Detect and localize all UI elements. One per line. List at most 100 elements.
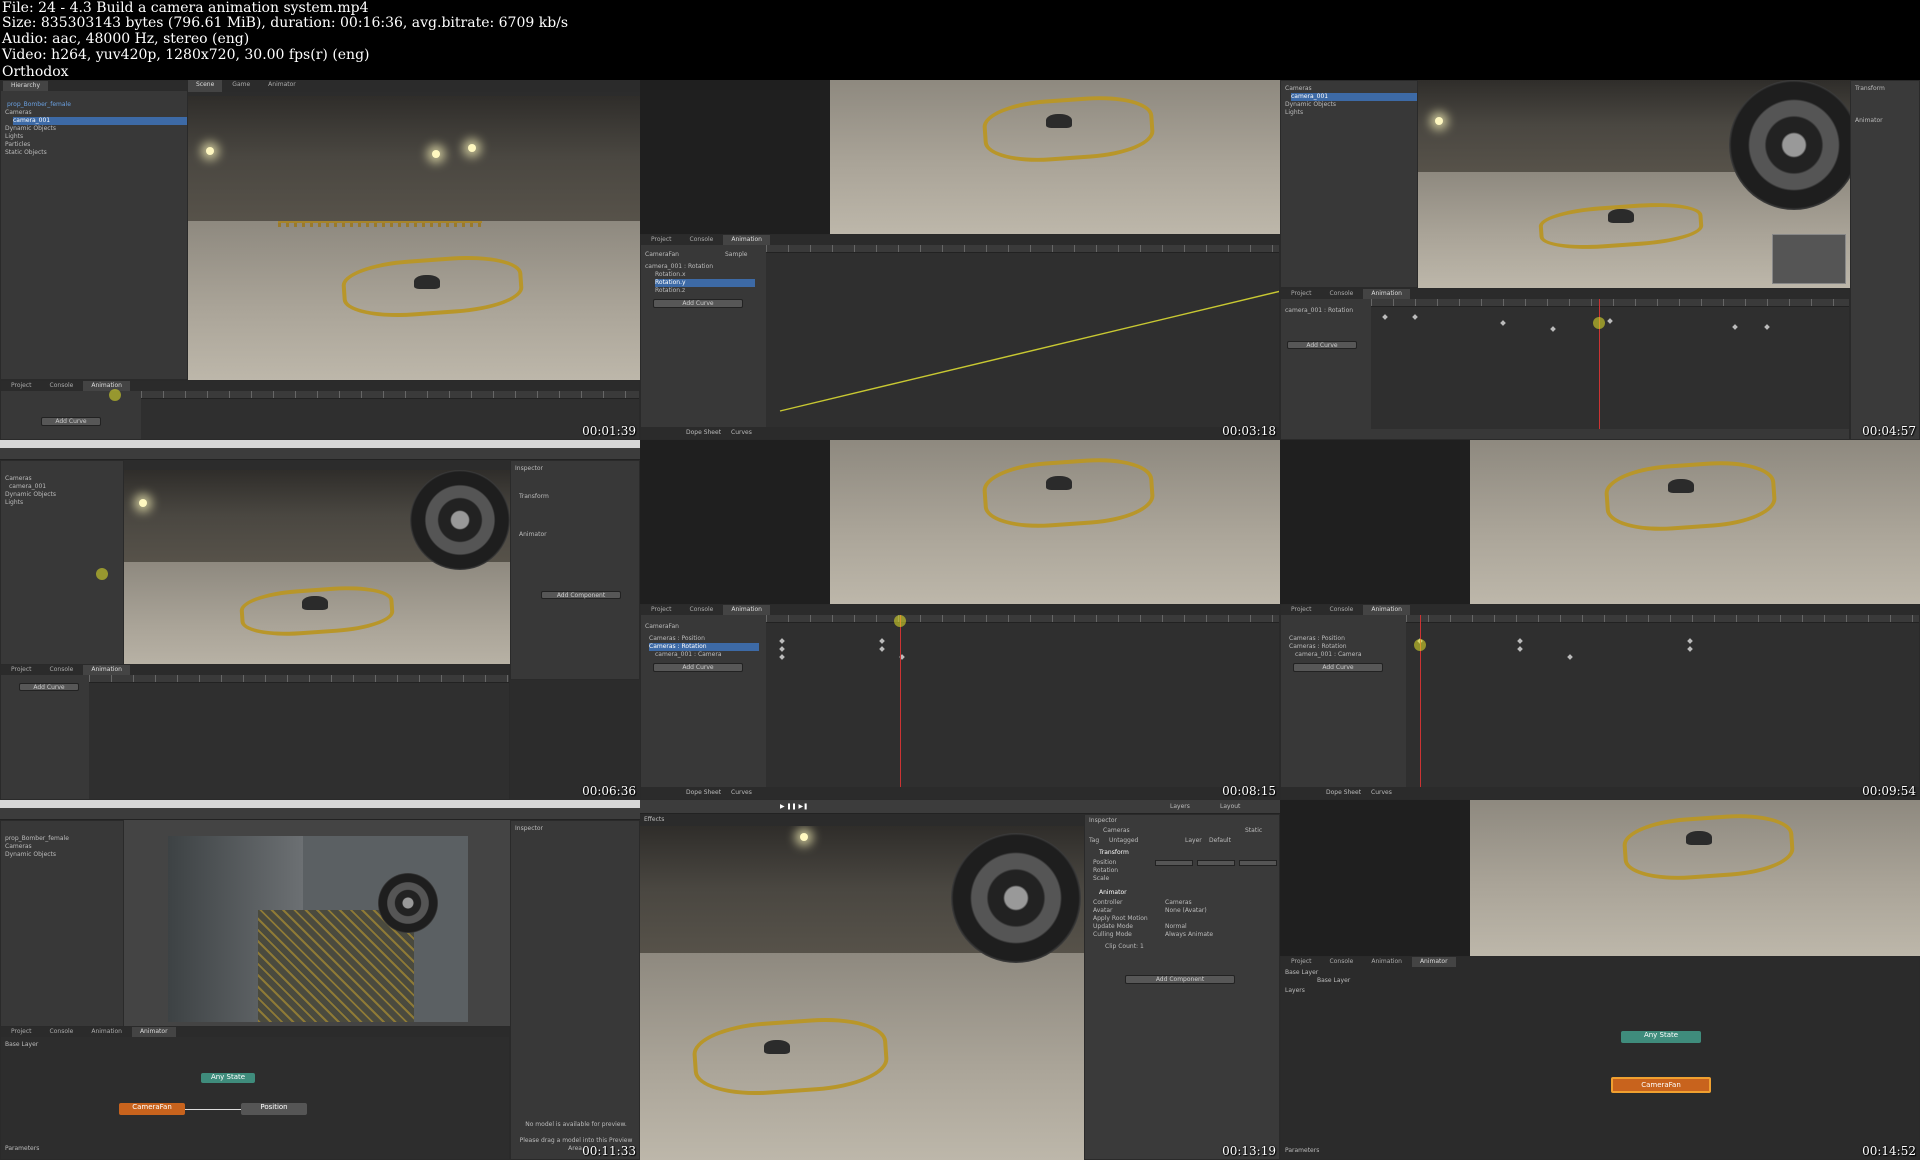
curves-tab[interactable]: Curves <box>1371 789 1392 797</box>
scene-view[interactable] <box>830 440 1280 604</box>
add-curve-button[interactable]: Add Curve <box>1287 341 1357 349</box>
add-curve-button[interactable]: Add Curve <box>19 683 79 691</box>
parameters-label[interactable]: Parameters <box>1285 1147 1319 1155</box>
scene-view[interactable] <box>830 80 1280 234</box>
hierarchy-item[interactable]: Cameras <box>5 109 32 117</box>
hierarchy-item[interactable]: Lights <box>1285 109 1303 117</box>
tab-scene[interactable]: Scene <box>188 80 223 92</box>
object-name[interactable]: Cameras <box>1103 827 1130 835</box>
layers-label[interactable]: Layers <box>1285 987 1305 995</box>
add-component-button[interactable]: Add Component <box>541 591 621 599</box>
position-field[interactable] <box>1197 860 1235 866</box>
avatar-field[interactable]: None (Avatar) <box>1165 907 1207 915</box>
curve-editor[interactable] <box>766 245 1279 427</box>
track-camera[interactable]: camera_001 : Camera <box>655 651 722 659</box>
tab-animator[interactable]: Animator <box>260 80 304 92</box>
tab-project[interactable]: Project <box>3 1027 40 1037</box>
hierarchy-item[interactable]: Lights <box>5 133 23 141</box>
dope-sheet-tab[interactable]: Dope Sheet <box>686 429 721 437</box>
game-view[interactable] <box>168 836 468 1022</box>
tab-console[interactable]: Console <box>1322 605 1362 615</box>
tab-console[interactable]: Console <box>1322 957 1362 967</box>
track-rotation[interactable]: camera_001 : Rotation <box>1285 307 1353 315</box>
tab-animation[interactable]: Animation <box>83 665 130 675</box>
play-controls-icon[interactable]: ▶ ❚❚ ▶❚ <box>780 803 808 811</box>
hierarchy-item[interactable]: prop_Bomber_female <box>7 101 71 109</box>
hierarchy-item[interactable]: Dynamic Objects <box>5 851 56 859</box>
clip-name[interactable]: CameraFan <box>645 251 679 259</box>
hierarchy-item[interactable]: camera_001 <box>13 117 187 125</box>
parameters-label[interactable]: Parameters <box>5 1145 39 1153</box>
transform-header[interactable]: Transform <box>1099 849 1129 857</box>
static-toggle[interactable]: Static <box>1245 827 1262 835</box>
scene-view[interactable] <box>1470 800 1920 956</box>
tab-animation[interactable]: Animation <box>1363 957 1410 967</box>
base-layer-label[interactable]: Base Layer <box>5 1041 38 1049</box>
hierarchy-item[interactable]: Cameras <box>5 843 32 851</box>
hierarchy-item[interactable]: camera_001 <box>1291 93 1417 101</box>
tab-project[interactable]: Project <box>643 235 680 245</box>
tab-project[interactable]: Project <box>1283 957 1320 967</box>
hierarchy-item[interactable]: Particles <box>5 141 30 149</box>
hierarchy-item[interactable]: Dynamic Objects <box>5 491 56 499</box>
track-cam-rotation[interactable]: Cameras : Rotation <box>649 643 759 651</box>
hierarchy-item[interactable]: Lights <box>5 499 23 507</box>
tab-project[interactable]: Project <box>3 665 40 675</box>
add-component-button[interactable]: Add Component <box>1125 975 1235 984</box>
track-rotation[interactable]: camera_001 : Rotation <box>645 263 713 271</box>
hierarchy-item[interactable]: Dynamic Objects <box>5 125 56 133</box>
tab-console[interactable]: Console <box>42 665 82 675</box>
track-rotation-z[interactable]: Rotation.z <box>655 287 685 295</box>
tab-project[interactable]: Project <box>643 605 680 615</box>
track-position[interactable]: Cameras : Position <box>1289 635 1345 643</box>
track-cam-rotation[interactable]: Cameras : Rotation <box>1289 643 1347 651</box>
hierarchy-item[interactable]: Dynamic Objects <box>1285 101 1336 109</box>
scene-view[interactable] <box>188 96 640 380</box>
tag-dropdown[interactable]: Untagged <box>1109 837 1138 845</box>
tab-project[interactable]: Project <box>1283 289 1320 299</box>
any-state-node[interactable]: Any State <box>1621 1031 1701 1043</box>
scene-view[interactable] <box>124 470 510 680</box>
add-curve-button[interactable]: Add Curve <box>653 299 743 308</box>
effects-label[interactable]: Effects <box>644 816 664 824</box>
hierarchy-item[interactable]: Cameras <box>5 475 32 483</box>
add-curve-button[interactable]: Add Curve <box>1293 663 1383 672</box>
default-state-node[interactable]: CameraFan <box>119 1103 185 1115</box>
animator-header[interactable]: Animator <box>1099 889 1127 897</box>
animator-panel[interactable]: Project Console Animation Animator Base … <box>0 1026 510 1160</box>
dope-sheet-tab[interactable]: Dope Sheet <box>686 789 721 797</box>
scene-view[interactable] <box>1418 80 1850 288</box>
dope-sheet-tab[interactable]: Dope Sheet <box>1326 789 1361 797</box>
apply-root-label[interactable]: Apply Root Motion <box>1093 915 1148 923</box>
animator-panel[interactable]: Project Console Animation Animator Base … <box>1280 956 1920 1160</box>
track-rotation-x[interactable]: Rotation.x <box>655 271 686 279</box>
tab-animation[interactable]: Animation <box>723 235 770 245</box>
scene-view[interactable] <box>1470 440 1920 604</box>
hierarchy-item[interactable]: prop_Bomber_female <box>5 835 69 843</box>
layer-dropdown[interactable]: Default <box>1209 837 1231 845</box>
tab-animation[interactable]: Animation <box>1363 605 1410 615</box>
hierarchy-item[interactable]: Static Objects <box>5 149 47 157</box>
track-position[interactable]: Cameras : Position <box>649 635 705 643</box>
tab-console[interactable]: Console <box>42 381 82 391</box>
curves-tab[interactable]: Curves <box>731 789 752 797</box>
culling-mode-dropdown[interactable]: Always Animate <box>1165 931 1213 939</box>
tab-animation[interactable]: Animation <box>1363 289 1410 299</box>
clip-name[interactable]: CameraFan <box>645 623 679 631</box>
update-mode-dropdown[interactable]: Normal <box>1165 923 1187 931</box>
position-field[interactable] <box>1239 860 1277 866</box>
tab-animator[interactable]: Animator <box>131 1027 176 1037</box>
position-field[interactable] <box>1155 860 1193 866</box>
layout-dropdown[interactable]: Layout <box>1220 803 1240 811</box>
layers-dropdown[interactable]: Layers <box>1170 803 1190 811</box>
any-state-node[interactable]: Any State <box>201 1073 255 1083</box>
hierarchy-tab[interactable]: Hierarchy <box>3 81 49 91</box>
tab-console[interactable]: Console <box>682 605 722 615</box>
base-layer-label[interactable]: Base Layer <box>1285 969 1318 977</box>
track-rotation-y[interactable]: Rotation.y <box>655 279 755 287</box>
controller-field[interactable]: Cameras <box>1165 899 1192 907</box>
hierarchy-item[interactable]: Cameras <box>1285 85 1312 93</box>
tab-console[interactable]: Console <box>682 235 722 245</box>
tab-console[interactable]: Console <box>1322 289 1362 299</box>
curves-tab[interactable]: Curves <box>731 429 752 437</box>
